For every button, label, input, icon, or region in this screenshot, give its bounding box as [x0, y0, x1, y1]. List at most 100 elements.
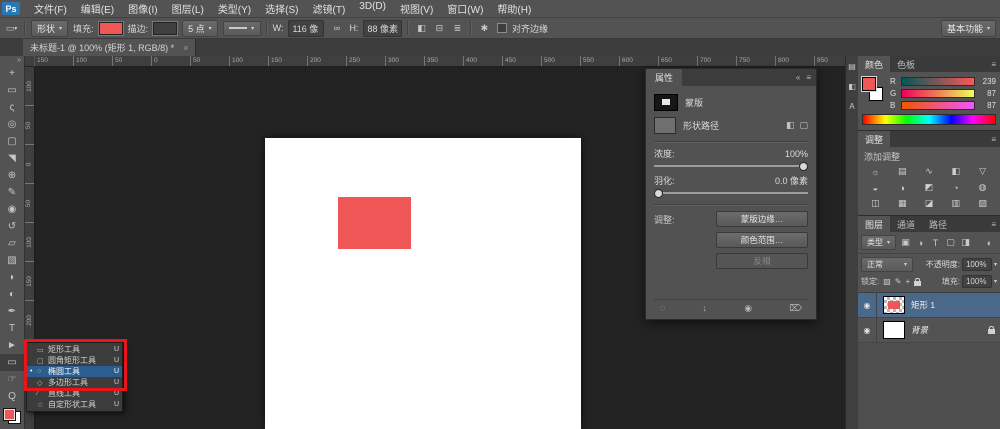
- clone-stamp-tool[interactable]: ◉: [0, 201, 24, 218]
- flyout-rectangle-tool[interactable]: ▭ 矩形工具 U: [27, 344, 122, 355]
- spot-healing-brush-tool[interactable]: ⊕: [0, 167, 24, 184]
- panel-tab[interactable]: 颜色: [858, 56, 890, 72]
- layer-name[interactable]: 背景: [911, 324, 988, 336]
- stroke-type-select[interactable]: ▾: [223, 21, 261, 36]
- flyout-rounded-rectangle-tool[interactable]: ▢ 圆角矩形工具 U: [27, 355, 122, 366]
- tool-preset-icon[interactable]: ▭▾: [4, 21, 19, 36]
- channel-value[interactable]: 87: [979, 89, 996, 98]
- panel-menu-icon[interactable]: ≡: [991, 131, 1000, 147]
- document-tab[interactable]: 未标题-1 @ 100% (矩形 1, RGB/8) * ×: [23, 39, 196, 56]
- vibrance-icon[interactable]: ▽: [969, 164, 996, 179]
- height-field[interactable]: 88 像素: [363, 20, 402, 37]
- gear-icon[interactable]: ✱: [477, 21, 492, 36]
- feather-slider[interactable]: [654, 188, 808, 198]
- shape-path-thumbnail[interactable]: [654, 117, 676, 134]
- filter-kind-select[interactable]: 类型▾: [861, 235, 896, 250]
- filter-pixel-layers-icon[interactable]: ▣: [898, 235, 913, 250]
- flyout-polygon-tool[interactable]: ◇ 多边形工具 U: [27, 377, 122, 388]
- layer-thumbnail[interactable]: [883, 321, 905, 339]
- filter-type-layers-icon[interactable]: T: [928, 235, 943, 250]
- menu-item[interactable]: 帮助(H): [490, 1, 538, 16]
- path-arrange-icon[interactable]: ≣: [450, 21, 465, 36]
- panel-tab[interactable]: 色板: [890, 56, 922, 72]
- invert-adjustment-icon[interactable]: ◫: [862, 196, 889, 211]
- brightness-contrast-icon[interactable]: ☼: [862, 164, 889, 179]
- history-panel-icon[interactable]: ▤: [847, 61, 858, 72]
- link-dimensions-icon[interactable]: ∞: [329, 21, 344, 36]
- add-pixel-mask-icon[interactable]: ◧: [786, 120, 795, 131]
- layer-visibility-toggle[interactable]: ◉: [858, 318, 877, 342]
- menu-item[interactable]: 窗口(W): [440, 1, 490, 16]
- foreground-color-swatch[interactable]: [862, 77, 876, 91]
- history-brush-tool[interactable]: ↺: [0, 218, 24, 235]
- color-spectrum-ramp[interactable]: [862, 114, 996, 125]
- lasso-tool[interactable]: ς: [0, 99, 24, 116]
- crop-tool[interactable]: ▢: [0, 133, 24, 150]
- menu-item[interactable]: 文件(F): [27, 1, 74, 16]
- filter-toggle-icon[interactable]: ◐: [982, 235, 997, 250]
- hue-saturation-icon[interactable]: ◒: [862, 180, 889, 195]
- info-panel-icon[interactable]: ◧: [847, 81, 858, 92]
- fill-color-swatch[interactable]: [99, 22, 123, 35]
- photo-filter-icon[interactable]: ◔: [942, 180, 969, 195]
- channel-slider[interactable]: [901, 77, 975, 86]
- exposure-icon[interactable]: ◧: [942, 164, 969, 179]
- layer-thumbnail[interactable]: [883, 296, 905, 314]
- channel-slider[interactable]: [901, 89, 975, 98]
- blur-tool[interactable]: ◗: [0, 269, 24, 286]
- invert-button[interactable]: 反相: [716, 253, 808, 269]
- layer-row-background[interactable]: ◉ 背景: [858, 318, 1000, 343]
- add-vector-mask-icon[interactable]: ▢: [799, 120, 808, 131]
- color-balance-icon[interactable]: ◑: [889, 180, 916, 195]
- horizontal-ruler[interactable]: 1501005005010015020025030035040045050055…: [34, 56, 845, 67]
- density-slider[interactable]: [654, 161, 808, 171]
- mask-thumbnail[interactable]: [654, 94, 678, 111]
- black-white-icon[interactable]: ◩: [916, 180, 943, 195]
- filter-shape-layers-icon[interactable]: ▢: [943, 235, 958, 250]
- channel-slider[interactable]: [901, 101, 975, 110]
- menu-item[interactable]: 滤镜(T): [306, 1, 353, 16]
- lock-all-icon[interactable]: [914, 281, 921, 286]
- rectangular-marquee-tool[interactable]: ▭: [0, 82, 24, 99]
- gradient-tool[interactable]: ▧: [0, 252, 24, 269]
- tool-mode-select[interactable]: 形状▾: [31, 20, 68, 37]
- slider-handle[interactable]: [799, 162, 808, 171]
- layers-empty-area[interactable]: [858, 343, 1000, 429]
- path-operations-icon[interactable]: ◧: [414, 21, 429, 36]
- document-canvas[interactable]: [265, 138, 581, 429]
- slider-handle[interactable]: [654, 189, 663, 198]
- layer-visibility-toggle[interactable]: ◉: [858, 293, 877, 317]
- posterize-icon[interactable]: ▦: [889, 196, 916, 211]
- load-selection-icon[interactable]: ◌: [660, 303, 665, 313]
- shape-tool[interactable]: ▭: [0, 354, 24, 371]
- feather-value[interactable]: 0.0 像素: [775, 174, 808, 187]
- delete-mask-icon[interactable]: ⌦: [789, 303, 802, 314]
- eyedropper-tool[interactable]: ◥: [0, 150, 24, 167]
- foreground-color-swatch[interactable]: [3, 408, 16, 421]
- panel-tab[interactable]: 通道: [890, 216, 922, 232]
- workspace-select[interactable]: 基本功能▾: [941, 20, 996, 37]
- menu-item[interactable]: 编辑(E): [74, 1, 121, 16]
- gradient-map-icon[interactable]: ▥: [942, 196, 969, 211]
- layer-row-rectangle-1[interactable]: ◉ 矩形 1: [858, 293, 1000, 318]
- flyout-custom-shape-tool[interactable]: ☆ 自定形状工具 U: [27, 399, 122, 410]
- dodge-tool[interactable]: ◐: [0, 286, 24, 303]
- type-tool[interactable]: T: [0, 320, 24, 337]
- color-range-button[interactable]: 颜色范围…: [716, 232, 808, 248]
- panel-menu-icon[interactable]: ≡: [991, 216, 1000, 232]
- panel-menu-icon[interactable]: ≡: [991, 56, 1000, 72]
- lock-position-icon[interactable]: +: [906, 277, 911, 286]
- channel-value[interactable]: 239: [979, 77, 996, 86]
- menu-item[interactable]: 图层(L): [165, 1, 211, 16]
- menu-item[interactable]: 3D(D): [352, 1, 393, 16]
- ruler-origin-corner[interactable]: [24, 56, 35, 67]
- curves-icon[interactable]: ∿: [916, 164, 943, 179]
- width-field[interactable]: 116 像: [288, 20, 324, 37]
- channel-value[interactable]: 87: [979, 101, 996, 110]
- apply-mask-icon[interactable]: ↓: [703, 303, 708, 313]
- path-alignment-icon[interactable]: ⊟: [432, 21, 447, 36]
- lock-image-pixels-icon[interactable]: ✎: [895, 277, 902, 286]
- stroke-color-swatch[interactable]: [153, 22, 177, 35]
- align-edges-checkbox[interactable]: [497, 23, 507, 33]
- threshold-icon[interactable]: ◪: [916, 196, 943, 211]
